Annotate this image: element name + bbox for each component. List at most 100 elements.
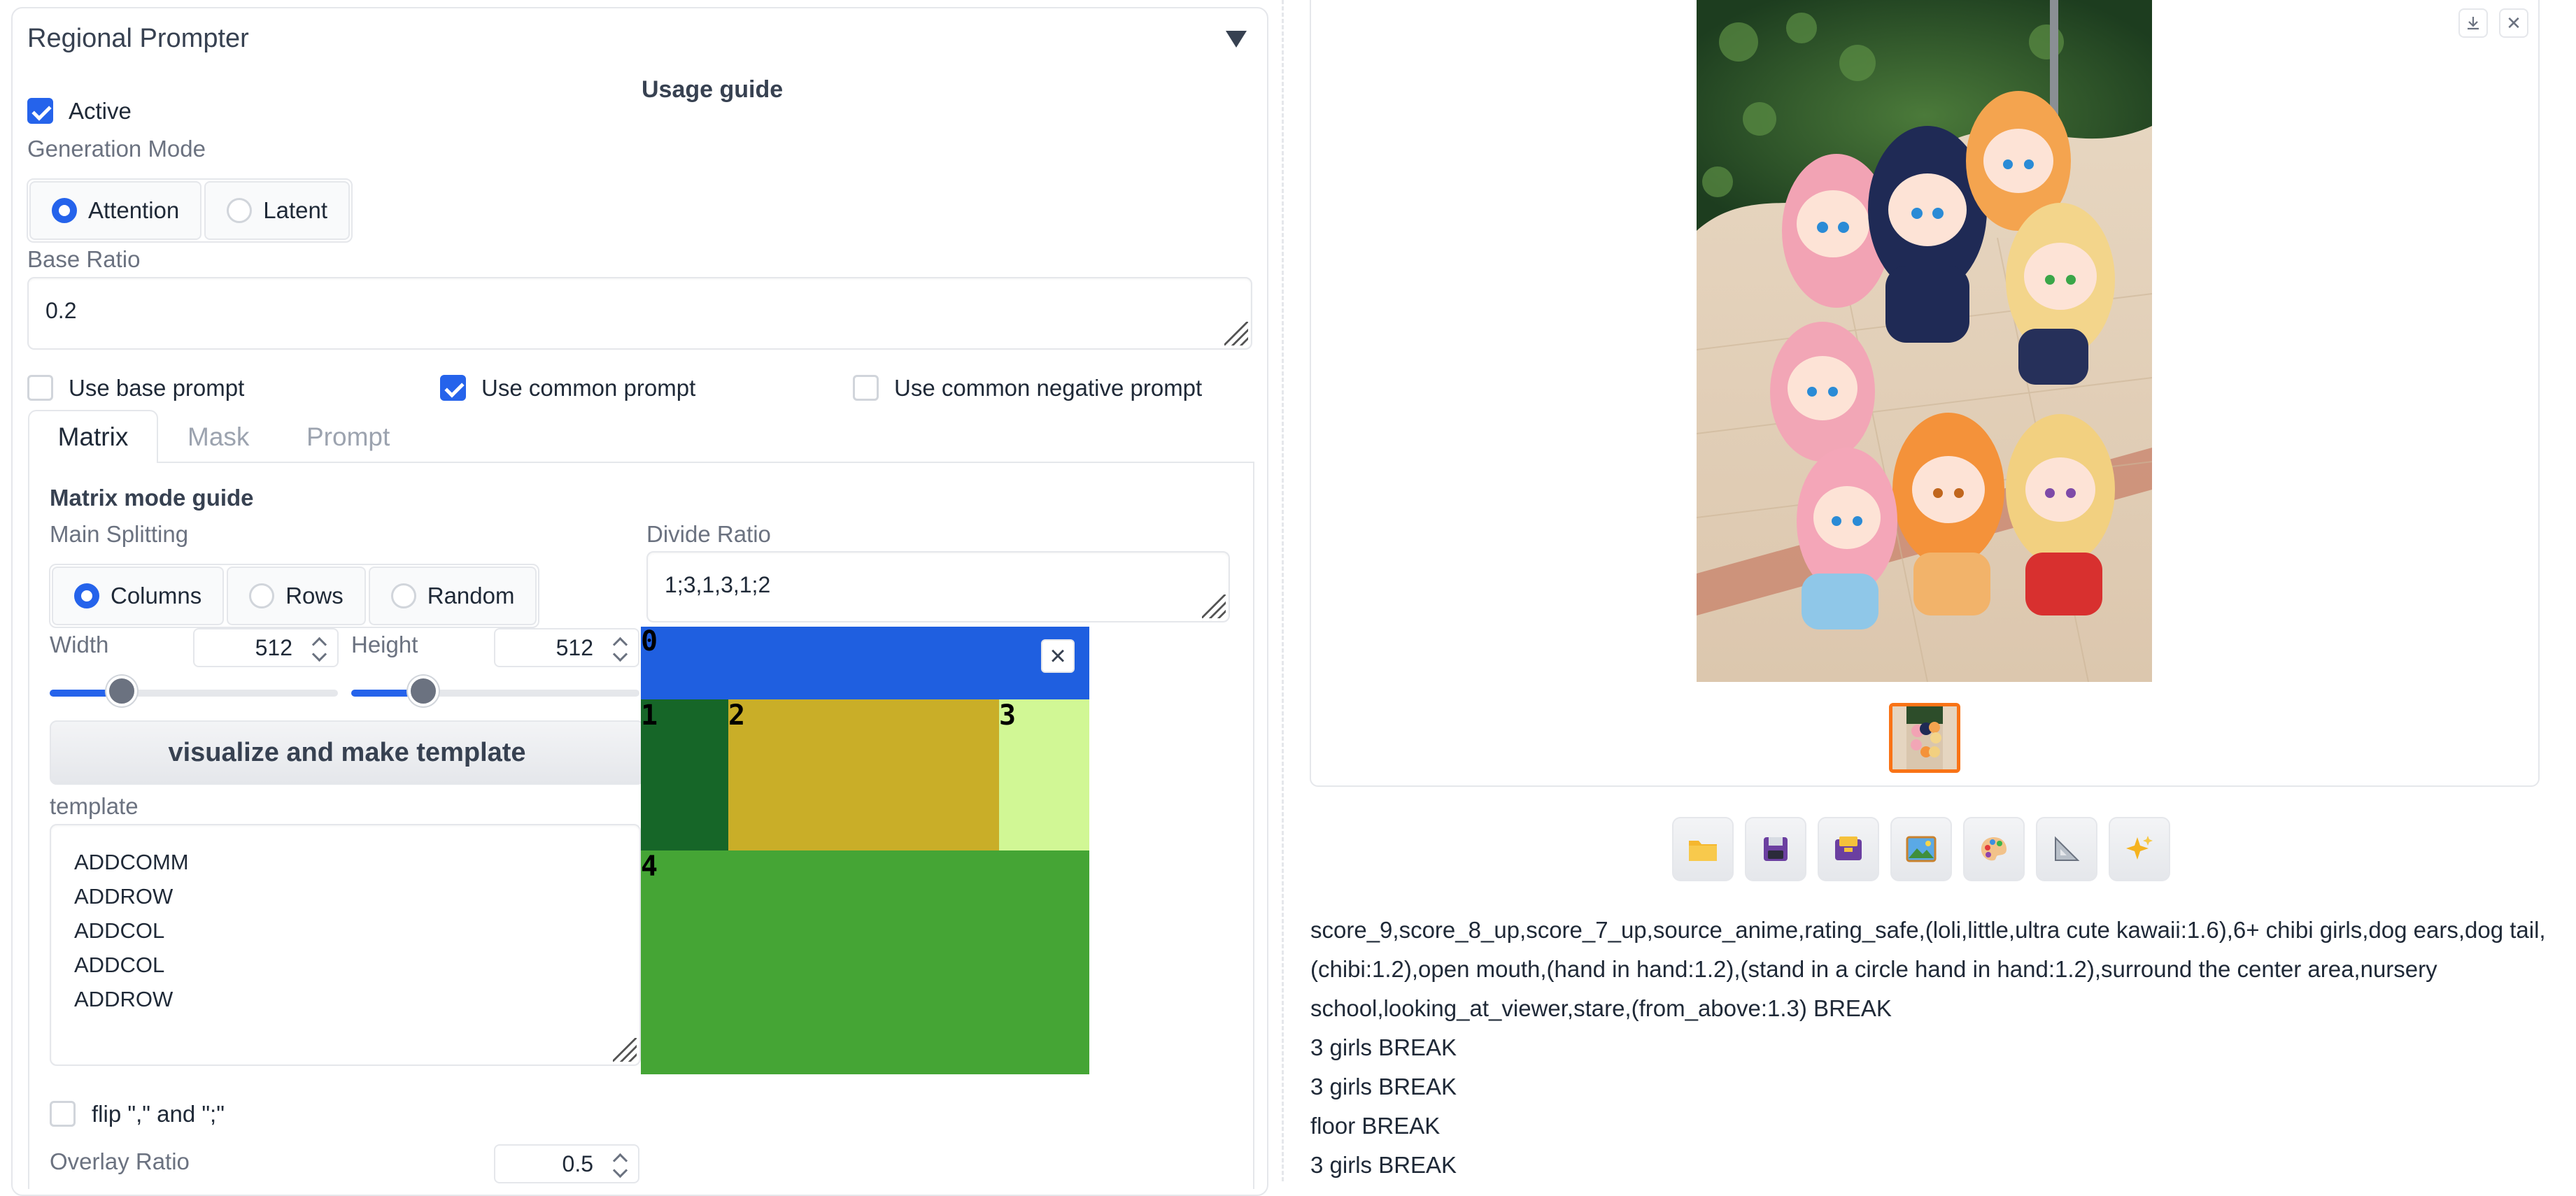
flip-checkbox[interactable] xyxy=(50,1101,76,1127)
ruler-icon[interactable] xyxy=(2036,817,2097,881)
width-value: 512 xyxy=(255,635,292,660)
divide-ratio-input[interactable]: 1;3,1,3,1;2 xyxy=(646,551,1230,622)
panel-title[interactable]: Regional Prompter xyxy=(27,24,249,54)
base-ratio-label: Base Ratio xyxy=(27,246,141,272)
radio-label: Rows xyxy=(285,583,344,608)
visualize-button[interactable]: visualize and make template xyxy=(50,720,644,785)
region-label: 1 xyxy=(641,699,658,732)
prompt-line: 3 girls BREAK xyxy=(1310,1034,1457,1060)
use-common-prompt-label: Use common prompt xyxy=(481,375,696,401)
width-number-input[interactable]: 512 xyxy=(193,628,339,667)
region-1: 1 xyxy=(641,699,728,850)
main-splitting-label: Main Splitting xyxy=(50,521,189,547)
generation-mode-label: Generation Mode xyxy=(27,136,206,162)
tab-mask[interactable]: Mask xyxy=(187,422,249,452)
radio-label: Attention xyxy=(88,197,180,223)
prompt-line: school,looking_at_viewer,stare,(from_abo… xyxy=(1310,995,1892,1021)
palette-icon[interactable] xyxy=(1963,817,2025,881)
use-base-prompt-checkbox[interactable] xyxy=(27,375,53,401)
height-label: Height xyxy=(351,632,418,657)
flip-label: flip "," and ";" xyxy=(92,1101,225,1127)
overlay-ratio-label: Overlay Ratio xyxy=(50,1148,190,1174)
generation-mode-group: Attention Latent xyxy=(27,178,353,243)
save-icon[interactable] xyxy=(1745,817,1806,881)
height-value: 512 xyxy=(555,635,593,660)
region-visualization: 0 1 2 3 4 × xyxy=(641,627,1089,1074)
radio-latent[interactable]: Latent xyxy=(204,181,351,240)
template-line: ADDCOMM xyxy=(74,850,189,874)
tab-matrix[interactable]: Matrix xyxy=(28,410,158,463)
radio-dot xyxy=(227,198,253,223)
base-ratio-input[interactable]: 0.2 xyxy=(27,277,1252,350)
radio-label: Columns xyxy=(111,583,202,608)
overlay-ratio-input[interactable]: 0.5 xyxy=(494,1144,639,1183)
template-line: ADDCOL xyxy=(74,918,165,943)
spinner-icon[interactable] xyxy=(309,634,330,662)
prompt-line: (chibi:1.2),open mouth,(hand in hand:1.2… xyxy=(1310,956,2437,982)
main-splitting-group: Columns Rows Random xyxy=(49,564,540,628)
visualization-close-button[interactable]: × xyxy=(1041,639,1075,673)
width-label: Width xyxy=(50,632,109,657)
generated-image[interactable] xyxy=(1697,0,2152,682)
image-icon[interactable] xyxy=(1890,817,1952,881)
tab-prompt[interactable]: Prompt xyxy=(306,422,390,452)
prompt-line: 3 girls BREAK xyxy=(1310,1074,1457,1099)
template-line: ADDROW xyxy=(74,987,174,1011)
divide-ratio-value: 1;3,1,3,1;2 xyxy=(665,572,771,597)
use-common-negative-prompt-label: Use common negative prompt xyxy=(894,375,1203,401)
radio-dot xyxy=(249,583,275,608)
radio-columns[interactable]: Columns xyxy=(52,567,225,625)
zip-icon[interactable] xyxy=(1818,817,1879,881)
resize-grip-icon[interactable] xyxy=(613,1038,637,1062)
download-icon[interactable] xyxy=(2458,8,2488,38)
use-base-prompt-label: Use base prompt xyxy=(69,375,245,401)
region-label: 0 xyxy=(641,627,658,657)
sparkle-icon[interactable] xyxy=(2109,817,2170,881)
active-label: Active xyxy=(69,98,132,124)
active-checkbox[interactable] xyxy=(27,98,53,124)
radio-rows[interactable]: Rows xyxy=(227,567,366,625)
overlay-ratio-value: 0.5 xyxy=(562,1151,593,1176)
radio-dot xyxy=(74,583,99,608)
radio-random[interactable]: Random xyxy=(368,567,537,625)
region-4: 4 xyxy=(641,850,1089,1074)
resize-grip-icon[interactable] xyxy=(1202,595,1226,618)
template-textarea[interactable]: ADDCOMM ADDROW ADDCOL ADDCOL ADDROW xyxy=(50,824,641,1066)
template-line: ADDROW xyxy=(74,884,174,909)
template-label: template xyxy=(50,793,139,819)
base-ratio-value: 0.2 xyxy=(45,298,77,323)
matrix-mode-guide-link[interactable]: Matrix mode guide xyxy=(50,485,254,511)
folder-icon[interactable] xyxy=(1672,817,1734,881)
radio-dot xyxy=(52,198,77,223)
resize-grip-icon[interactable] xyxy=(1224,322,1248,346)
region-3: 3 xyxy=(999,699,1089,850)
region-label: 2 xyxy=(728,699,746,732)
use-common-negative-prompt-checkbox[interactable] xyxy=(853,375,879,401)
region-label: 4 xyxy=(641,850,658,883)
radio-label: Latent xyxy=(263,197,328,223)
column-divider[interactable] xyxy=(1282,0,1284,1181)
template-lines: ADDCOMM ADDROW ADDCOL ADDCOL ADDROW xyxy=(74,845,616,1016)
usage-guide-link[interactable]: Usage guide xyxy=(642,76,783,104)
radio-attention[interactable]: Attention xyxy=(29,181,202,240)
spinner-icon[interactable] xyxy=(610,1150,631,1179)
radio-label: Random xyxy=(427,583,515,608)
template-line: ADDCOL xyxy=(74,953,165,977)
prompt-line: 3 girls BREAK xyxy=(1310,1152,1457,1178)
use-common-prompt-checkbox[interactable] xyxy=(440,375,466,401)
generation-info-text: score_9,score_8_up,score_7_up,source_ani… xyxy=(1310,911,2546,1185)
gallery-thumbnail[interactable] xyxy=(1889,703,1960,773)
height-number-input[interactable]: 512 xyxy=(494,628,639,667)
prompt-line: score_9,score_8_up,score_7_up,source_ani… xyxy=(1310,917,2546,943)
spinner-icon[interactable] xyxy=(610,634,631,662)
region-2: 2 xyxy=(728,699,999,850)
radio-dot xyxy=(390,583,416,608)
close-icon[interactable]: ✕ xyxy=(2499,8,2528,38)
divide-ratio-label: Divide Ratio xyxy=(646,521,771,547)
region-label: 3 xyxy=(999,699,1017,732)
height-slider-thumb[interactable] xyxy=(408,676,439,706)
region-0: 0 xyxy=(641,627,1089,699)
width-slider-thumb[interactable] xyxy=(106,676,137,706)
collapse-arrow-icon[interactable] xyxy=(1226,31,1247,48)
prompt-line: floor BREAK xyxy=(1310,1113,1441,1139)
